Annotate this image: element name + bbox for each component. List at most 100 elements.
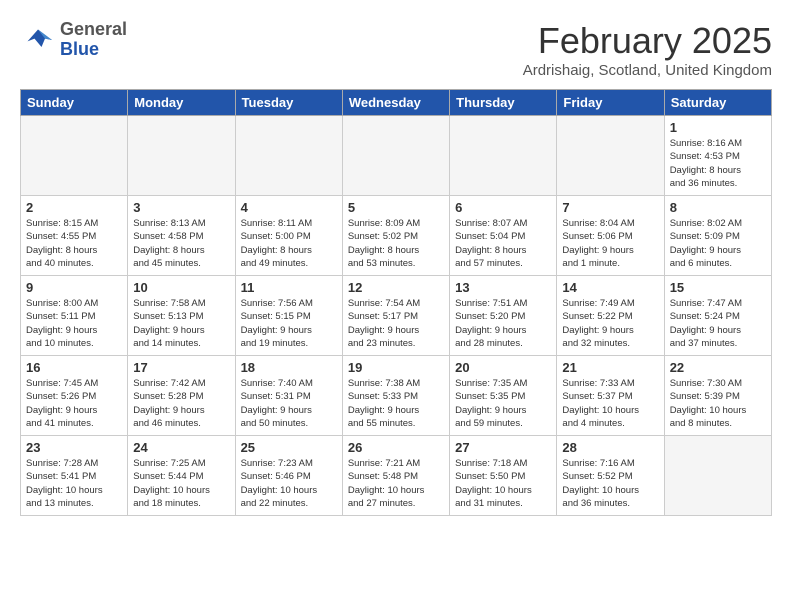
calendar-header-cell: Friday — [557, 90, 664, 116]
calendar-day-cell: 18 Sunrise: 7:40 AM Sunset: 5:31 PM Dayli… — [235, 356, 342, 436]
calendar-header-cell: Sunday — [21, 90, 128, 116]
calendar-day-cell: 6 Sunrise: 8:07 AM Sunset: 5:04 PM Daylig… — [450, 196, 557, 276]
day-info: Sunrise: 7:30 AM Sunset: 5:39 PM Dayligh… — [670, 377, 766, 430]
page-header: General Blue February 2025 Ardrishaig, S… — [20, 20, 772, 79]
calendar-day-cell: 20 Sunrise: 7:35 AM Sunset: 5:35 PM Dayli… — [450, 356, 557, 436]
day-number: 5 — [348, 200, 444, 215]
day-info: Sunrise: 7:21 AM Sunset: 5:48 PM Dayligh… — [348, 457, 444, 510]
day-number: 14 — [562, 280, 658, 295]
calendar-day-cell: 19Sunrise: 7:38 AM Sunset: 5:33 PM Dayli… — [342, 356, 449, 436]
calendar-table: SundayMondayTuesdayWednesdayThursdayFrid… — [20, 89, 772, 516]
calendar-day-cell: 26 Sunrise: 7:21 AM Sunset: 5:48 PM Dayli… — [342, 436, 449, 516]
calendar-header-cell: Monday — [128, 90, 235, 116]
calendar-day-cell: 8Sunrise: 8:02 AM Sunset: 5:09 PM Daylig… — [664, 196, 771, 276]
day-number: 6 — [455, 200, 551, 215]
calendar-header-cell: Tuesday — [235, 90, 342, 116]
day-info: Sunrise: 7:42 AM Sunset: 5:28 PM Dayligh… — [133, 377, 229, 430]
calendar-day-cell: 25 Sunrise: 7:23 AM Sunset: 5:46 PM Dayli… — [235, 436, 342, 516]
calendar-day-cell: 17 Sunrise: 7:42 AM Sunset: 5:28 PM Dayli… — [128, 356, 235, 436]
calendar-day-cell — [450, 116, 557, 196]
calendar-subtitle: Ardrishaig, Scotland, United Kingdom — [523, 62, 772, 79]
calendar-week-row: 16 Sunrise: 7:45 AM Sunset: 5:26 PM Dayli… — [21, 356, 772, 436]
day-info: Sunrise: 8:13 AM Sunset: 4:58 PM Dayligh… — [133, 217, 229, 270]
calendar-day-cell — [128, 116, 235, 196]
calendar-day-cell: 10 Sunrise: 7:58 AM Sunset: 5:13 PM Dayli… — [128, 276, 235, 356]
day-info: Sunrise: 7:54 AM Sunset: 5:17 PM Dayligh… — [348, 297, 444, 350]
calendar-day-cell — [557, 116, 664, 196]
day-info: Sunrise: 7:56 AM Sunset: 5:15 PM Dayligh… — [241, 297, 337, 350]
day-number: 22 — [670, 360, 766, 375]
calendar-week-row: 2 Sunrise: 8:15 AM Sunset: 4:55 PM Daylig… — [21, 196, 772, 276]
calendar-day-cell: 24 Sunrise: 7:25 AM Sunset: 5:44 PM Dayli… — [128, 436, 235, 516]
title-block: February 2025 Ardrishaig, Scotland, Unit… — [523, 20, 772, 79]
calendar-day-cell — [664, 436, 771, 516]
day-info: Sunrise: 7:25 AM Sunset: 5:44 PM Dayligh… — [133, 457, 229, 510]
day-info: Sunrise: 7:51 AM Sunset: 5:20 PM Dayligh… — [455, 297, 551, 350]
day-number: 26 — [348, 440, 444, 455]
day-number: 18 — [241, 360, 337, 375]
day-number: 20 — [455, 360, 551, 375]
day-number: 16 — [26, 360, 122, 375]
day-number: 7 — [562, 200, 658, 215]
calendar-week-row: 9Sunrise: 8:00 AM Sunset: 5:11 PM Daylig… — [21, 276, 772, 356]
calendar-day-cell: 9Sunrise: 8:00 AM Sunset: 5:11 PM Daylig… — [21, 276, 128, 356]
day-info: Sunrise: 7:16 AM Sunset: 5:52 PM Dayligh… — [562, 457, 658, 510]
calendar-day-cell: 1Sunrise: 8:16 AM Sunset: 4:53 PM Daylig… — [664, 116, 771, 196]
calendar-day-cell: 15 Sunrise: 7:47 AM Sunset: 5:24 PM Dayli… — [664, 276, 771, 356]
day-number: 23 — [26, 440, 122, 455]
calendar-header-cell: Wednesday — [342, 90, 449, 116]
day-number: 10 — [133, 280, 229, 295]
day-number: 19 — [348, 360, 444, 375]
calendar-title: February 2025 — [523, 20, 772, 62]
calendar-day-cell: 7 Sunrise: 8:04 AM Sunset: 5:06 PM Daylig… — [557, 196, 664, 276]
day-info: Sunrise: 8:09 AM Sunset: 5:02 PM Dayligh… — [348, 217, 444, 270]
calendar-day-cell: 11 Sunrise: 7:56 AM Sunset: 5:15 PM Dayli… — [235, 276, 342, 356]
day-number: 17 — [133, 360, 229, 375]
logo-icon — [20, 26, 56, 54]
logo: General Blue — [20, 20, 127, 60]
calendar-day-cell: 3Sunrise: 8:13 AM Sunset: 4:58 PM Daylig… — [128, 196, 235, 276]
day-number: 25 — [241, 440, 337, 455]
day-info: Sunrise: 7:49 AM Sunset: 5:22 PM Dayligh… — [562, 297, 658, 350]
calendar-day-cell: 12 Sunrise: 7:54 AM Sunset: 5:17 PM Dayli… — [342, 276, 449, 356]
day-info: Sunrise: 8:02 AM Sunset: 5:09 PM Dayligh… — [670, 217, 766, 270]
calendar-day-cell: 28Sunrise: 7:16 AM Sunset: 5:52 PM Dayli… — [557, 436, 664, 516]
calendar-day-cell: 13 Sunrise: 7:51 AM Sunset: 5:20 PM Dayli… — [450, 276, 557, 356]
calendar-header-row: SundayMondayTuesdayWednesdayThursdayFrid… — [21, 90, 772, 116]
day-info: Sunrise: 8:16 AM Sunset: 4:53 PM Dayligh… — [670, 137, 766, 190]
logo-text: General Blue — [60, 20, 127, 60]
day-info: Sunrise: 7:40 AM Sunset: 5:31 PM Dayligh… — [241, 377, 337, 430]
calendar-day-cell: 4Sunrise: 8:11 AM Sunset: 5:00 PM Daylig… — [235, 196, 342, 276]
day-number: 12 — [348, 280, 444, 295]
calendar-header-cell: Saturday — [664, 90, 771, 116]
calendar-day-cell: 27Sunrise: 7:18 AM Sunset: 5:50 PM Dayli… — [450, 436, 557, 516]
day-info: Sunrise: 8:04 AM Sunset: 5:06 PM Dayligh… — [562, 217, 658, 270]
day-info: Sunrise: 8:15 AM Sunset: 4:55 PM Dayligh… — [26, 217, 122, 270]
day-number: 2 — [26, 200, 122, 215]
day-number: 11 — [241, 280, 337, 295]
day-number: 21 — [562, 360, 658, 375]
day-info: Sunrise: 7:35 AM Sunset: 5:35 PM Dayligh… — [455, 377, 551, 430]
day-number: 24 — [133, 440, 229, 455]
calendar-day-cell: 21 Sunrise: 7:33 AM Sunset: 5:37 PM Dayli… — [557, 356, 664, 436]
day-info: Sunrise: 7:58 AM Sunset: 5:13 PM Dayligh… — [133, 297, 229, 350]
day-number: 13 — [455, 280, 551, 295]
day-info: Sunrise: 7:45 AM Sunset: 5:26 PM Dayligh… — [26, 377, 122, 430]
calendar-day-cell: 23 Sunrise: 7:28 AM Sunset: 5:41 PM Dayli… — [21, 436, 128, 516]
day-info: Sunrise: 7:18 AM Sunset: 5:50 PM Dayligh… — [455, 457, 551, 510]
calendar-day-cell: 22 Sunrise: 7:30 AM Sunset: 5:39 PM Dayli… — [664, 356, 771, 436]
calendar-day-cell: 5 Sunrise: 8:09 AM Sunset: 5:02 PM Daylig… — [342, 196, 449, 276]
day-number: 15 — [670, 280, 766, 295]
calendar-day-cell: 2 Sunrise: 8:15 AM Sunset: 4:55 PM Daylig… — [21, 196, 128, 276]
day-info: Sunrise: 7:33 AM Sunset: 5:37 PM Dayligh… — [562, 377, 658, 430]
calendar-day-cell — [235, 116, 342, 196]
day-info: Sunrise: 8:07 AM Sunset: 5:04 PM Dayligh… — [455, 217, 551, 270]
calendar-day-cell — [342, 116, 449, 196]
day-info: Sunrise: 7:23 AM Sunset: 5:46 PM Dayligh… — [241, 457, 337, 510]
day-info: Sunrise: 8:11 AM Sunset: 5:00 PM Dayligh… — [241, 217, 337, 270]
calendar-week-row: 23 Sunrise: 7:28 AM Sunset: 5:41 PM Dayli… — [21, 436, 772, 516]
day-info: Sunrise: 7:47 AM Sunset: 5:24 PM Dayligh… — [670, 297, 766, 350]
day-info: Sunrise: 7:28 AM Sunset: 5:41 PM Dayligh… — [26, 457, 122, 510]
calendar-day-cell: 16 Sunrise: 7:45 AM Sunset: 5:26 PM Dayli… — [21, 356, 128, 436]
calendar-day-cell: 14 Sunrise: 7:49 AM Sunset: 5:22 PM Dayli… — [557, 276, 664, 356]
